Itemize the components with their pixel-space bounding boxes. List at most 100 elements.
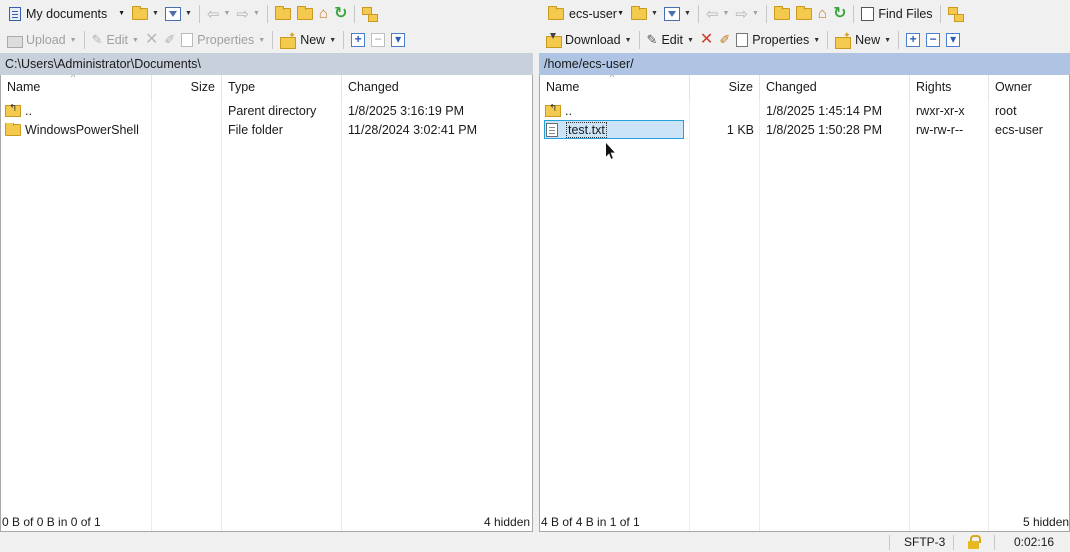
remote-location-combo[interactable]: ecs-user ▼ [543,3,628,25]
unselect-files-button[interactable]: − [923,29,943,51]
local-file-list[interactable]: Name ^ Size Type Changed .. Parent direct… [0,75,533,532]
local-location-combo[interactable]: My documents ▼ [4,3,129,25]
delete-button[interactable]: ✕ [697,29,716,51]
forward-arrow-icon: ⇨ [735,5,748,23]
remote-file-list[interactable]: Name ^ Size Changed Rights Owner .. 1/8/2… [539,75,1070,532]
local-selection-status: 0 B of 0 B in 0 of 1 [2,515,101,529]
column-name-label: Name [546,80,580,94]
chevron-down-icon: ▼ [329,36,337,44]
local-location-label: My documents [26,6,108,21]
home-directory-button[interactable]: ⌂ [815,3,830,25]
rename-button[interactable]: ✐ [716,29,733,51]
parent-directory-button[interactable] [272,3,294,25]
select-files-button[interactable]: + [348,29,368,51]
column-rights[interactable]: Rights [910,75,989,99]
open-folder-icon [132,5,148,20]
column-size[interactable]: Size [152,75,222,99]
column-divider [689,99,690,531]
chevron-down-icon: ▼ [683,10,691,17]
column-divider [909,99,910,531]
minus-icon: − [926,33,941,47]
toolbar-separator [638,31,640,49]
filter-files-button[interactable]: ▾ [388,29,408,51]
properties-label: Properties [752,33,810,47]
parent-folder-icon [773,5,790,20]
column-changed[interactable]: Changed [760,75,910,99]
table-row[interactable]: .. Parent directory 1/8/2025 3:16:19 PM [1,101,532,120]
panel-status-bar: 0 B of 0 B in 0 of 1 4 hidden 4 B of 4 B… [0,510,1070,532]
local-action-toolbar: Upload▼ ✎Edit▼ ✕ ✐ Properties▼ New▼ + − … [0,27,533,53]
tree-view-button[interactable] [945,3,965,25]
filter-files-button[interactable]: ▾ [943,29,963,51]
toolbar-separator [697,4,699,23]
tree-view-button[interactable] [359,3,379,25]
local-hidden-count[interactable]: 4 hidden [484,515,530,529]
remote-action-toolbar: Download▼ ✎Edit▼ ✕ ✐ Properties▼ New▼ + … [539,27,1070,53]
column-divider [221,99,222,531]
unselect-files-button[interactable]: − [368,29,388,51]
refresh-button[interactable]: ↻ [331,3,350,25]
local-path-bar[interactable]: C:\Users\Administrator\Documents\ [0,53,533,75]
column-name[interactable]: Name ^ [1,75,152,99]
column-size[interactable]: Size [690,75,760,99]
row-name: .. [540,104,690,118]
delete-icon: ✕ [144,31,159,48]
find-files-button[interactable]: Find Files [858,3,935,25]
column-divider [151,99,152,531]
column-name[interactable]: Name ^ [540,75,690,99]
new-button[interactable]: New▼ [832,29,894,51]
download-button[interactable]: Download ▼ [543,29,635,51]
column-divider [759,99,760,531]
local-column-header: Name ^ Size Type Changed [1,75,532,99]
parent-directory-button[interactable] [771,3,793,25]
delete-button[interactable]: ✕ [142,29,161,51]
open-directory-button[interactable]: ▼ [129,3,162,25]
column-changed[interactable]: Changed [342,75,532,99]
properties-button[interactable]: Properties ▼ [733,29,823,51]
remote-hidden-count[interactable]: 5 hidden [1023,515,1069,529]
filter-button[interactable]: ▼ [162,3,195,25]
table-row[interactable]: WindowsPowerShell File folder 11/28/2024… [1,120,532,139]
chevron-down-icon: ▼ [152,10,159,17]
toolbar-separator [827,31,829,49]
parent-directory-icon [545,104,561,117]
forward-button[interactable]: ⇨ ▼ [233,3,263,25]
forward-button[interactable]: ⇨ ▼ [732,3,762,25]
column-type[interactable]: Type [222,75,342,99]
select-files-button[interactable]: + [903,29,923,51]
lock-icon[interactable] [968,535,981,549]
home-directory-button[interactable]: ⌂ [316,3,331,25]
properties-button[interactable]: Properties ▼ [178,29,268,51]
table-row[interactable]: test.txt 1 KB 1/8/2025 1:50:28 PM rw-rw-… [540,120,1069,139]
table-row[interactable]: .. 1/8/2025 1:45:14 PM rwxr-xr-x root [540,101,1069,120]
root-directory-button[interactable] [793,3,815,25]
local-navigation-toolbar: My documents ▼ ▼ ▼ ⇦ ▼ ⇨ ▼ ⌂ ↻ [0,0,533,27]
chevron-down-icon: ▼ [884,36,892,44]
chevron-down-icon: ▼ [686,36,694,44]
edit-button[interactable]: ✎ Edit ▼ [89,29,142,51]
new-button[interactable]: New▼ [277,29,339,51]
chevron-down-icon: ▼ [258,36,266,44]
remote-navigation-toolbar: ecs-user ▼ ▼ ▼ ⇦ ▼ ⇨ ▼ ⌂ ↻ Find Files [539,0,1070,27]
forward-arrow-icon: ⇨ [236,5,249,23]
refresh-button[interactable]: ↻ [830,3,849,25]
status-separator [994,535,995,550]
column-owner[interactable]: Owner [989,75,1069,99]
back-button[interactable]: ⇦ ▼ [703,3,733,25]
edit-button[interactable]: ✎ Edit ▼ [644,29,697,51]
root-folder-icon [296,5,313,20]
row-changed: 11/28/2024 3:02:41 PM [348,122,478,137]
row-owner: ecs-user [995,122,1043,137]
upload-button[interactable]: Upload ▼ [4,29,80,51]
back-button[interactable]: ⇦ ▼ [204,3,234,25]
folder-icon [548,5,564,20]
rename-button[interactable]: ✐ [161,29,178,51]
remote-path-bar[interactable]: /home/ecs-user/ [539,53,1070,75]
filter-button[interactable]: ▼ [661,3,694,25]
selected-item[interactable]: test.txt [544,120,684,139]
edit-label: Edit [106,33,129,47]
open-directory-button[interactable]: ▼ [628,3,661,25]
root-directory-button[interactable] [294,3,316,25]
chevron-down-icon: ▼ [252,10,260,17]
toolbar-separator [272,31,274,49]
